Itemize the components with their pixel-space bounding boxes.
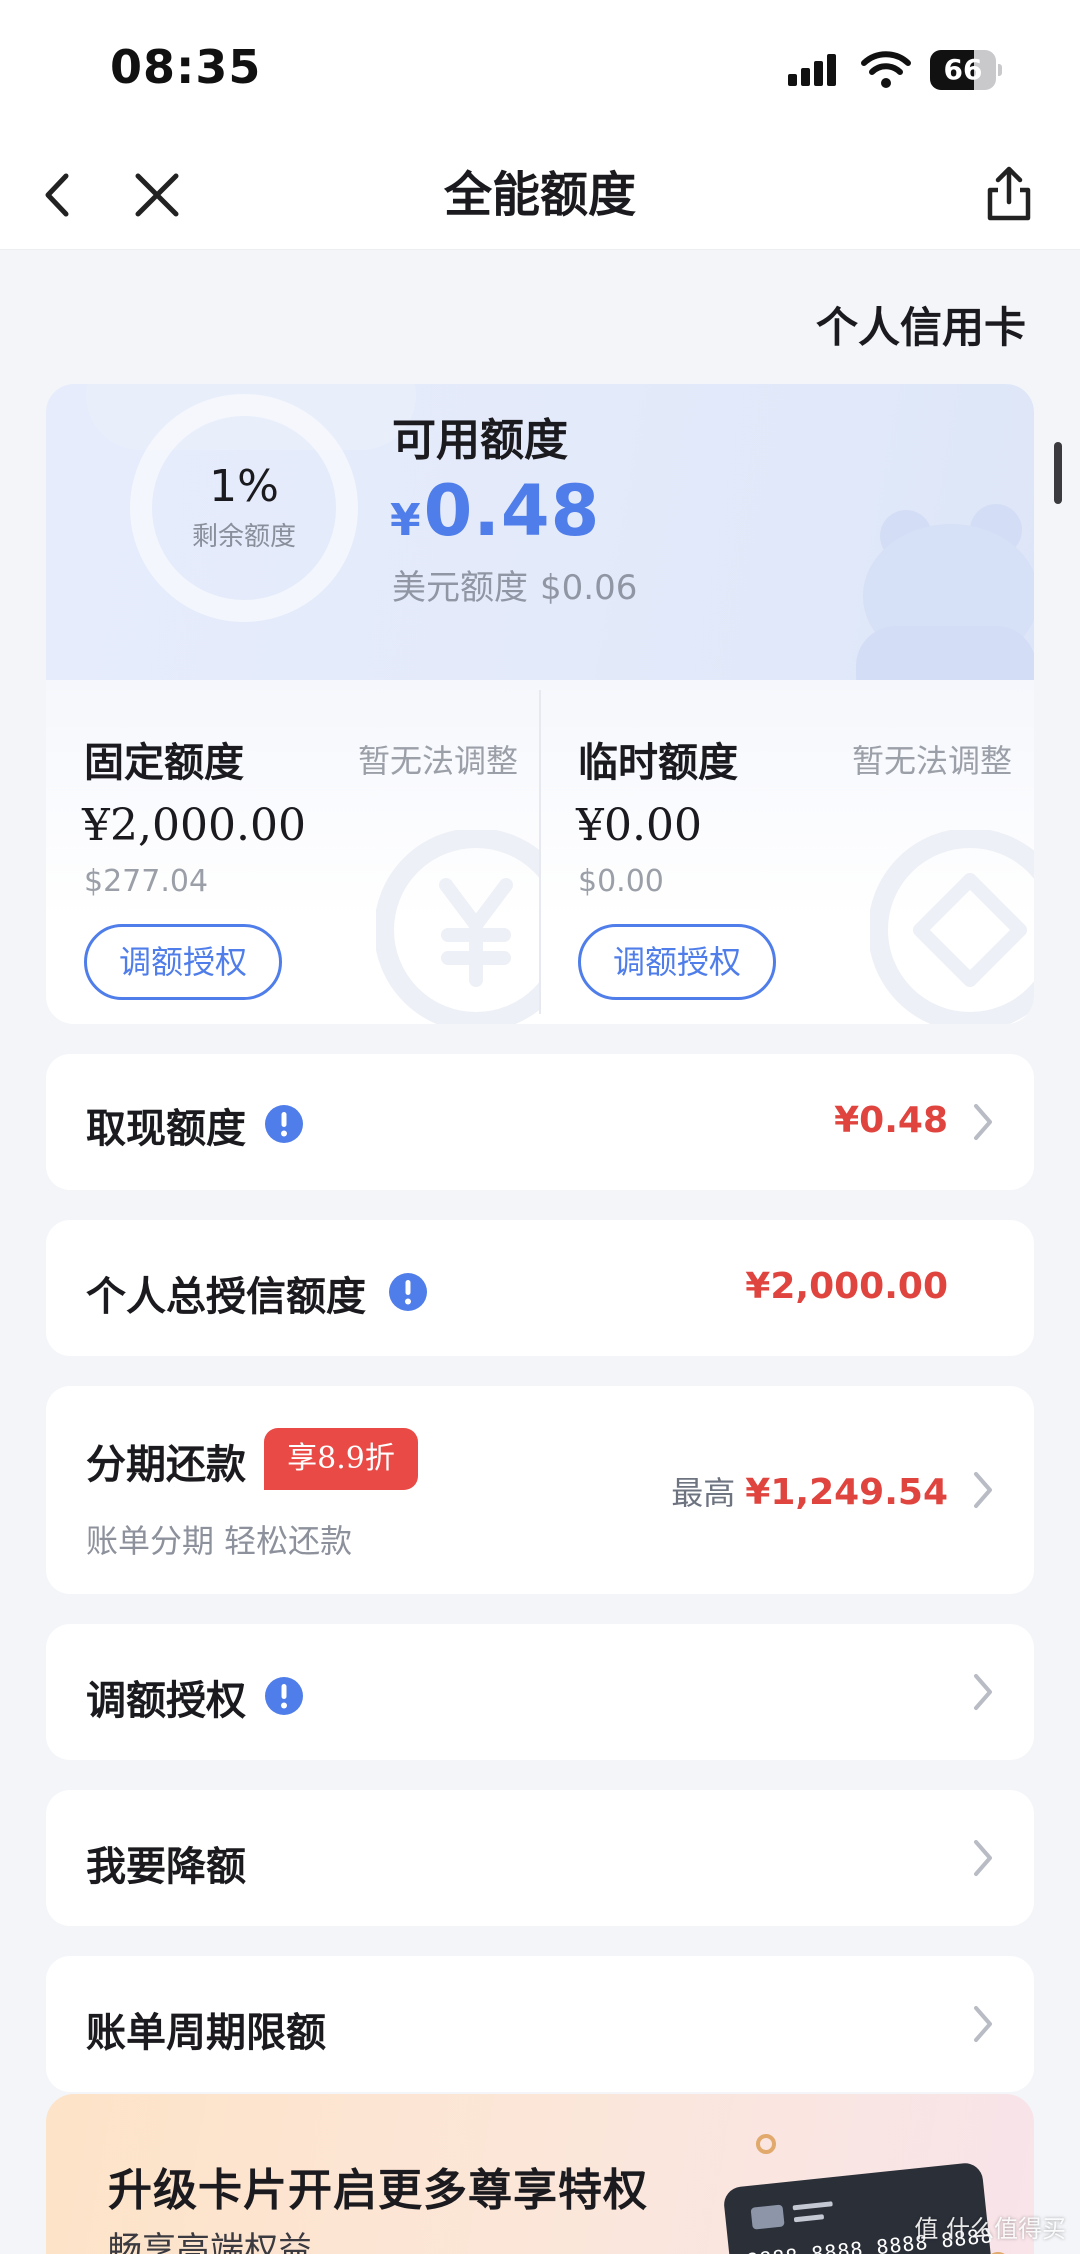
fixed-limit-auth-button[interactable]: 调额授权	[84, 924, 282, 1000]
limit-auth-label: 调额授权	[86, 1678, 246, 1724]
temporary-limit-note: 暂无法调整	[851, 742, 1012, 780]
reduce-limit-label: 我要降额	[86, 1844, 246, 1890]
total-credit-label: 个人总授信额度	[86, 1274, 366, 1320]
info-icon[interactable]	[264, 1676, 304, 1716]
cash-limit-value: ¥0.48	[834, 1100, 948, 1141]
currency-symbol: ¥	[390, 495, 422, 546]
temporary-limit-column: 临时额度 暂无法调整 ¥0.00 $0.00 调额授权	[540, 680, 1034, 1024]
chevron-right-icon	[974, 1104, 992, 1140]
close-icon[interactable]	[124, 162, 190, 228]
cellular-signal-icon	[788, 54, 836, 86]
battery-level-text: 66	[943, 53, 983, 86]
usd-limit: 美元额度 $0.06	[392, 560, 637, 609]
cash-limit-row[interactable]: 取现额度 ¥0.48	[46, 1054, 1034, 1190]
remaining-percent: 1%	[209, 461, 279, 513]
installment-label: 分期还款	[86, 1442, 246, 1488]
temporary-limit-usd: $0.00	[578, 864, 664, 899]
yen-coin-icon	[376, 830, 540, 1024]
credit-limit-card: 1% 剩余额度 可用额度 ¥0.48 美元额度 $0.06 固定额度 暂无法调整	[46, 384, 1034, 1024]
fixed-limit-amount: ¥2,000.00	[82, 800, 306, 851]
chevron-right-icon	[974, 1674, 992, 1710]
info-icon[interactable]	[264, 1104, 304, 1144]
available-limit-panel: 1% 剩余额度 可用额度 ¥0.48 美元额度 $0.06	[46, 384, 1034, 696]
installment-subtitle: 账单分期 轻松还款	[86, 1522, 353, 1560]
remaining-ring-text: 1% 剩余额度	[130, 394, 358, 622]
installment-value: 最高 ¥1,249.54	[671, 1468, 948, 1514]
available-limit-title: 可用额度	[392, 415, 568, 466]
battery-body: 66	[930, 50, 996, 90]
cash-limit-label: 取现额度	[86, 1106, 246, 1152]
fixed-limit-note: 暂无法调整	[357, 742, 518, 780]
discount-badge: 享8.9折	[264, 1428, 418, 1490]
available-limit-amount: ¥0.48	[390, 470, 600, 552]
battery-icon: 66	[930, 50, 1002, 90]
chevron-right-icon	[974, 2006, 992, 2042]
fixed-limit-usd: $277.04	[84, 864, 209, 899]
billing-cycle-limit-label: 账单周期限额	[86, 2010, 326, 2056]
bear-mascot-icon	[856, 504, 1034, 696]
scroll-indicator[interactable]	[1054, 442, 1062, 504]
usd-limit-label: 美元额度	[392, 568, 528, 608]
battery-cap	[998, 64, 1002, 76]
installment-amount: ¥1,249.54	[745, 1472, 948, 1513]
fixed-limit-column: 固定额度 暂无法调整 ¥2,000.00 $277.04 调额授权	[46, 680, 540, 1024]
diamond-coin-icon	[870, 830, 1034, 1024]
reduce-limit-row[interactable]: 我要降额	[46, 1790, 1034, 1926]
share-icon[interactable]	[976, 162, 1042, 228]
total-credit-row: 个人总授信额度 ¥2,000.00	[46, 1220, 1034, 1356]
temporary-limit-title: 临时额度	[578, 740, 738, 786]
billing-cycle-limit-row[interactable]: 账单周期限额	[46, 1956, 1034, 2092]
back-arrow-icon[interactable]	[28, 162, 94, 228]
limit-auth-row[interactable]: 调额授权	[46, 1624, 1034, 1760]
limit-breakdown: 固定额度 暂无法调整 ¥2,000.00 $277.04 调额授权 临时额度 暂…	[46, 680, 1034, 1024]
status-bar: 08:35 66	[0, 0, 1080, 140]
temporary-limit-amount: ¥0.00	[576, 800, 702, 851]
available-amount-value: 0.48	[423, 470, 601, 552]
card-type-label[interactable]: 个人信用卡	[816, 294, 1026, 355]
banner-title: 升级卡片开启更多尊享特权	[108, 2165, 648, 2216]
chevron-right-icon	[974, 1472, 992, 1508]
status-time: 08:35	[110, 40, 262, 94]
temporary-limit-auth-button[interactable]: 调额授权	[578, 924, 776, 1000]
total-credit-value: ¥2,000.00	[745, 1266, 948, 1307]
installment-prefix: 最高	[671, 1474, 736, 1512]
watermark-logo: 值 什么值得买	[914, 2215, 1066, 2243]
upgrade-card-banner[interactable]: 升级卡片开启更多尊享特权 畅享高端权益 8888 8888 8888 8888	[46, 2094, 1034, 2254]
remaining-label: 剩余额度	[191, 521, 296, 552]
wifi-icon	[861, 51, 911, 88]
page: 08:35 66 全能额度 个人信用卡 1% 剩余额度 可用额度 ¥0.48 美…	[0, 0, 1080, 2254]
usd-limit-value: $0.06	[540, 568, 638, 608]
info-icon[interactable]	[388, 1272, 428, 1312]
chevron-right-icon	[974, 1840, 992, 1876]
nav-bar: 全能额度	[0, 140, 1080, 250]
fixed-limit-title: 固定额度	[84, 740, 244, 786]
installment-row[interactable]: 分期还款 享8.9折 账单分期 轻松还款 最高 ¥1,249.54	[46, 1386, 1034, 1594]
banner-subtitle: 畅享高端权益	[108, 2230, 312, 2254]
